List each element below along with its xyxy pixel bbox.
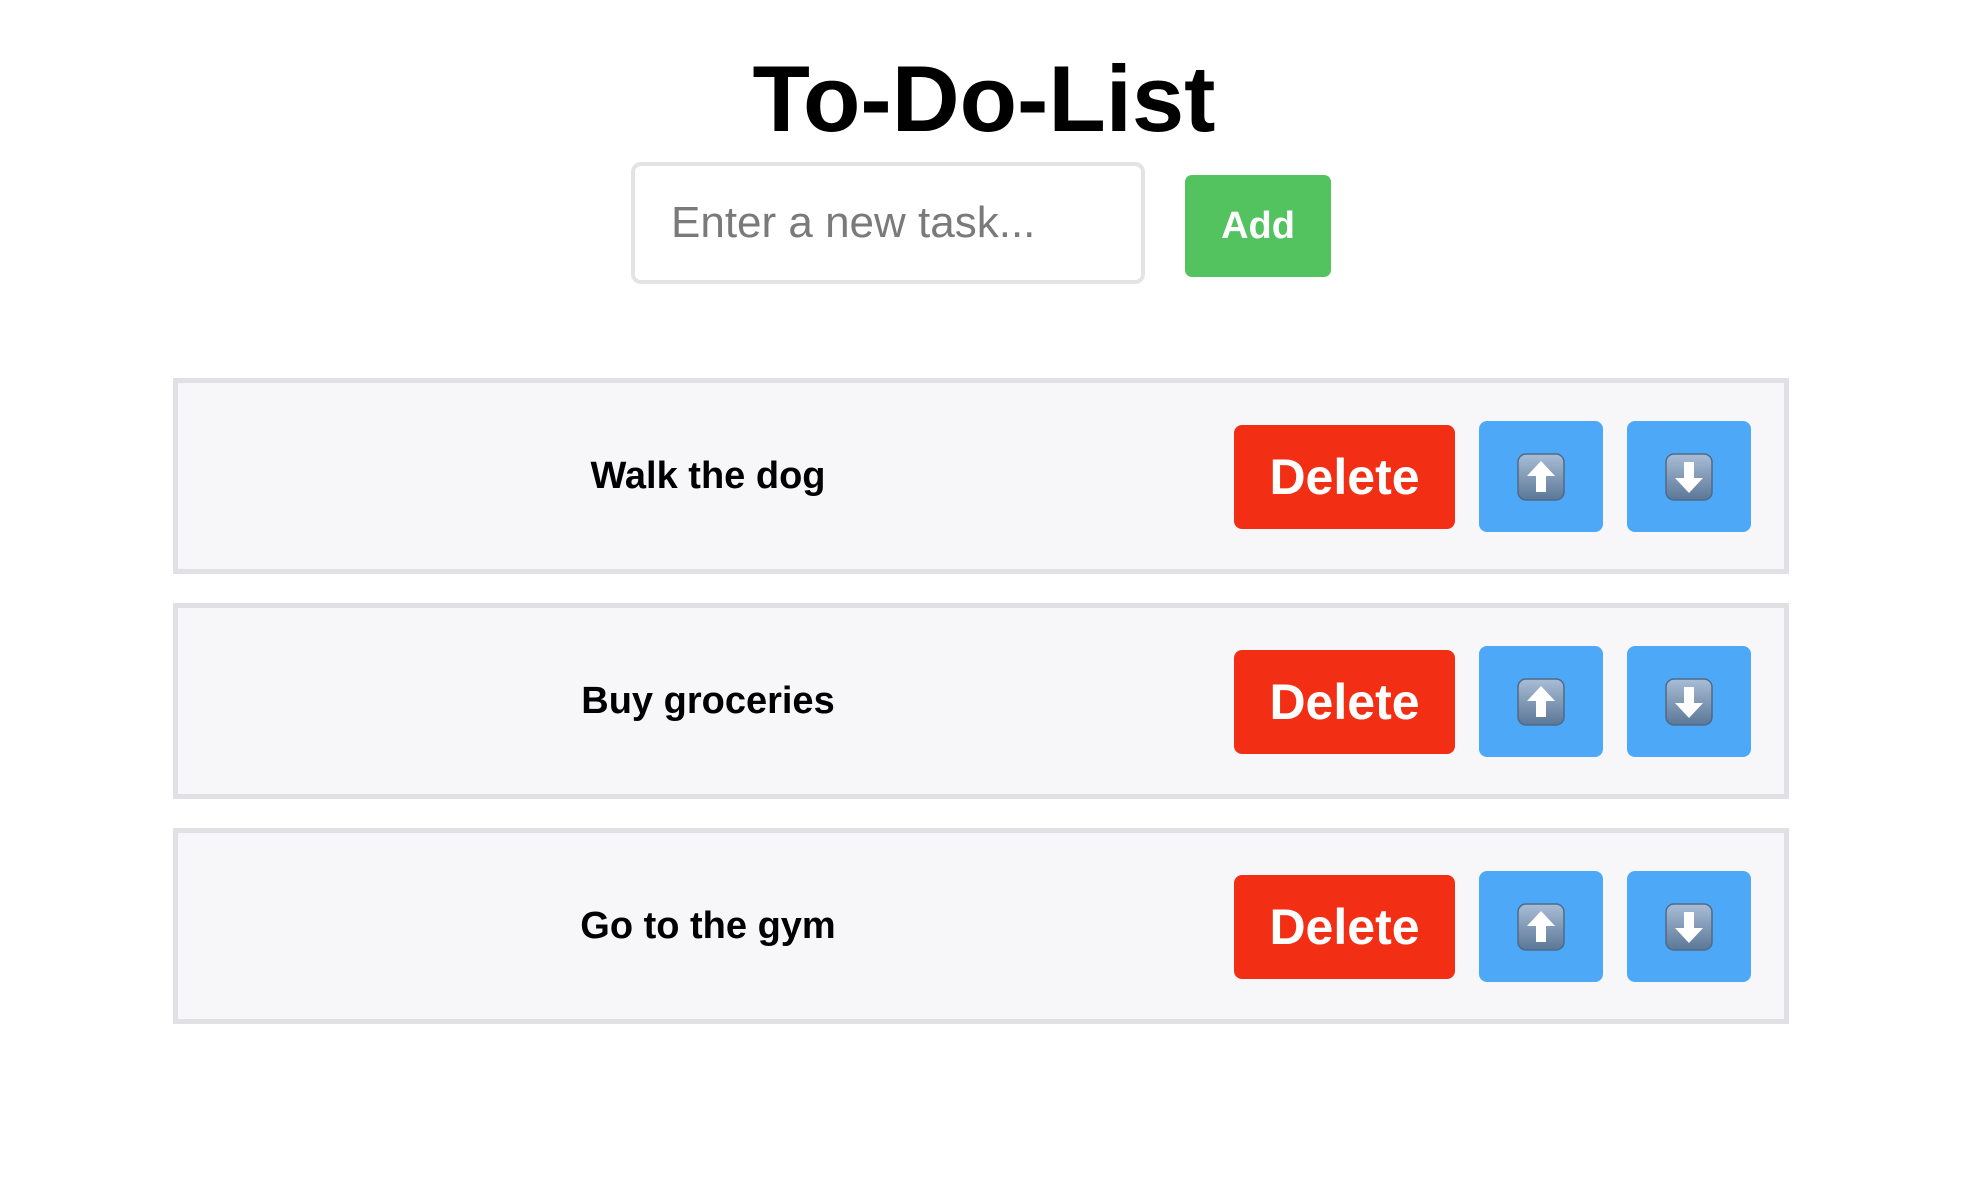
task-text: Go to the gym [580, 905, 836, 947]
move-up-button[interactable] [1479, 421, 1603, 532]
delete-task-button[interactable]: Delete [1234, 650, 1455, 754]
page-title: To-Do-List [752, 46, 1216, 151]
task-text: Buy groceries [581, 680, 835, 722]
arrow-up-icon [1517, 678, 1565, 726]
arrow-down-icon [1665, 903, 1713, 951]
move-down-button[interactable] [1627, 421, 1751, 532]
move-down-button[interactable] [1627, 871, 1751, 982]
todo-app: To-Do-List Add Walk the dog Delete [0, 0, 1968, 1200]
task-item: Buy groceries Delete [173, 603, 1789, 799]
arrow-up-icon [1517, 903, 1565, 951]
task-item: Walk the dog Delete [173, 378, 1789, 574]
task-item: Go to the gym Delete [173, 828, 1789, 1024]
move-up-button[interactable] [1479, 646, 1603, 757]
move-down-button[interactable] [1627, 646, 1751, 757]
arrow-up-icon [1517, 453, 1565, 501]
arrow-down-icon [1665, 453, 1713, 501]
move-up-button[interactable] [1479, 871, 1603, 982]
delete-task-button[interactable]: Delete [1234, 875, 1455, 979]
arrow-down-icon [1665, 678, 1713, 726]
task-text: Walk the dog [590, 455, 826, 497]
delete-task-button[interactable]: Delete [1234, 425, 1455, 529]
task-list: Walk the dog Delete Buy groceries Delete… [173, 378, 1789, 1053]
new-task-input[interactable] [631, 162, 1145, 284]
add-task-button[interactable]: Add [1185, 175, 1331, 277]
